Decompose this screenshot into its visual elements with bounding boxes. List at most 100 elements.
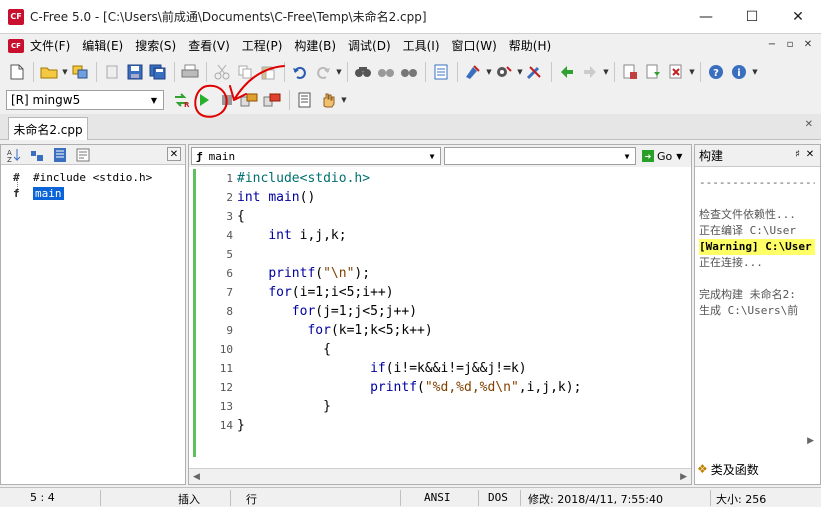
pin-icon[interactable]: ♯ — [795, 149, 800, 160]
horizontal-scrollbar[interactable]: ◀ ▶ — [189, 468, 691, 484]
mdi-close-button[interactable]: ✕ — [801, 38, 815, 52]
undo-icon[interactable] — [289, 61, 311, 83]
code-line[interactable]: 14} — [189, 416, 679, 435]
document-tab-strip: 未命名2.cpp ✕ — [0, 114, 821, 140]
goto-line-icon[interactable] — [430, 61, 452, 83]
bookmark-dropdown-icon[interactable]: ▼ — [485, 61, 493, 83]
code-line[interactable]: 8 for(j=1;j<5;j++) — [189, 302, 679, 321]
menu-help[interactable]: 帮助(H) — [503, 36, 557, 56]
tree-item-include[interactable]: # #include <stdio.h> — [1, 169, 185, 185]
menu-search[interactable]: 搜索(S) — [129, 36, 182, 56]
tab-file[interactable]: 未命名2.cpp — [8, 117, 88, 140]
redo-dropdown-icon[interactable]: ▼ — [335, 61, 343, 83]
debug-dropdown-icon[interactable]: ▼ — [340, 89, 348, 111]
list-view-icon[interactable] — [49, 144, 71, 166]
menu-edit[interactable]: 编辑(E) — [76, 36, 129, 56]
code-line[interactable]: 10 { — [189, 340, 679, 359]
symbol-tree: # #include <stdio.h> f main — [1, 165, 185, 201]
new-file-icon[interactable] — [6, 61, 28, 83]
replace-icon[interactable] — [398, 61, 420, 83]
build-options-dropdown-icon[interactable]: ▼ — [516, 61, 524, 83]
menu-debug[interactable]: 调试(D) — [342, 36, 397, 56]
menu-build[interactable]: 构建(B) — [288, 36, 342, 56]
menu-project[interactable]: 工程(P) — [236, 36, 289, 56]
help-dropdown-icon[interactable]: ▼ — [751, 61, 759, 83]
code-line[interactable]: 4 int i,j,k; — [189, 226, 679, 245]
properties-icon[interactable] — [72, 144, 94, 166]
scroll-right-icon[interactable]: ▶ — [680, 472, 687, 482]
symbol-combo[interactable]: ▼ — [444, 147, 636, 165]
code-line[interactable]: 11 if(i!=k&&i!=j&&j!=k) — [189, 359, 679, 378]
export-icon[interactable] — [619, 61, 641, 83]
panel-close-button[interactable]: ✕ — [804, 149, 816, 161]
mdi-minimize-button[interactable]: − — [765, 38, 779, 52]
save-icon[interactable] — [124, 61, 146, 83]
mdi-restore-button[interactable]: ▫ — [783, 38, 797, 52]
file-ops-dropdown-icon[interactable]: ▼ — [688, 61, 696, 83]
arrow-right-icon[interactable] — [579, 61, 601, 83]
close-file-icon[interactable] — [101, 61, 123, 83]
debug-icon[interactable] — [294, 89, 316, 111]
menu-view[interactable]: 查看(V) — [182, 36, 236, 56]
open-project-icon[interactable] — [69, 61, 91, 83]
close-button[interactable]: ✕ — [775, 0, 821, 34]
code-line[interactable]: 3{ — [189, 207, 679, 226]
code-line[interactable]: 9 for(k=1;k<5;k++) — [189, 321, 679, 340]
code-line[interactable]: 12 printf("%d,%d,%d\n",i,j,k); — [189, 378, 679, 397]
open-dropdown-icon[interactable]: ▼ — [61, 61, 69, 83]
redo-icon[interactable] — [312, 61, 334, 83]
compiler-select[interactable]: [R] mingw5 ▼ — [6, 90, 164, 110]
document-icon[interactable]: CF — [8, 39, 24, 53]
print-icon[interactable] — [179, 61, 201, 83]
copy-icon[interactable] — [234, 61, 256, 83]
toolbar-separator — [425, 62, 426, 82]
tree-item-main[interactable]: f main — [1, 185, 185, 201]
save-all-icon[interactable] — [147, 61, 169, 83]
build-output-log[interactable]: --------------------- 检查文件依赖性... 正在编译 C:\U… — [695, 167, 815, 319]
build-icon[interactable] — [262, 89, 284, 111]
tab-close-icon[interactable]: ✕ — [805, 119, 813, 130]
scroll-right-icon[interactable]: ▶ — [807, 436, 814, 446]
code-line[interactable]: 13 } — [189, 397, 679, 416]
toolbar-separator — [33, 62, 34, 82]
menu-window[interactable]: 窗口(W) — [446, 36, 503, 56]
sort-icon[interactable]: AZ — [3, 144, 25, 166]
horizontal-scrollbar[interactable]: ▶ — [695, 433, 820, 449]
chevron-down-icon: ▼ — [676, 151, 683, 161]
find-icon[interactable] — [352, 61, 374, 83]
delete-file-icon[interactable] — [665, 61, 687, 83]
code-line[interactable]: 5 — [189, 245, 679, 264]
scroll-left-icon[interactable]: ◀ — [193, 472, 200, 482]
cut-icon[interactable] — [211, 61, 233, 83]
go-button[interactable]: ➜ Go ▼ — [639, 147, 685, 165]
rebuild-icon[interactable]: R — [170, 89, 192, 111]
import-icon[interactable] — [642, 61, 664, 83]
help-icon[interactable]: ? — [705, 61, 727, 83]
compile-icon[interactable] — [239, 89, 261, 111]
bookmark-icon[interactable] — [462, 61, 484, 83]
menu-tools[interactable]: 工具(I) — [397, 36, 446, 56]
panel-close-button[interactable]: ✕ — [167, 147, 181, 161]
paste-icon[interactable] — [257, 61, 279, 83]
navigate-dropdown-icon[interactable]: ▼ — [602, 61, 610, 83]
code-line[interactable]: 7 for(i=1;i<5;i++) — [189, 283, 679, 302]
code-area[interactable]: 1 #include<stdio.h> 2 int main() 3{4 int i,j… — [189, 169, 679, 435]
tab-classes-functions[interactable]: ❖ 类及函数 — [697, 459, 759, 479]
info-icon[interactable]: i — [728, 61, 750, 83]
run-icon[interactable] — [193, 89, 215, 111]
group-icon[interactable] — [26, 144, 48, 166]
hand-icon[interactable] — [317, 89, 339, 111]
build-options-icon[interactable] — [493, 61, 515, 83]
code-line[interactable]: 6 printf("\n"); — [189, 264, 679, 283]
function-combo[interactable]: ƒ main ▼ — [191, 147, 441, 165]
code-line[interactable]: 2 int main() — [189, 188, 679, 207]
maximize-button[interactable]: ☐ — [729, 0, 775, 34]
stop-icon[interactable] — [216, 89, 238, 111]
open-folder-icon[interactable] — [38, 61, 60, 83]
arrow-left-icon[interactable] — [556, 61, 578, 83]
menu-file[interactable]: 文件(F) — [24, 36, 76, 56]
find-next-icon[interactable] — [375, 61, 397, 83]
compiler-settings-icon[interactable] — [524, 61, 546, 83]
minimize-button[interactable]: — — [683, 0, 729, 34]
code-line[interactable]: 1 #include<stdio.h> — [189, 169, 679, 188]
